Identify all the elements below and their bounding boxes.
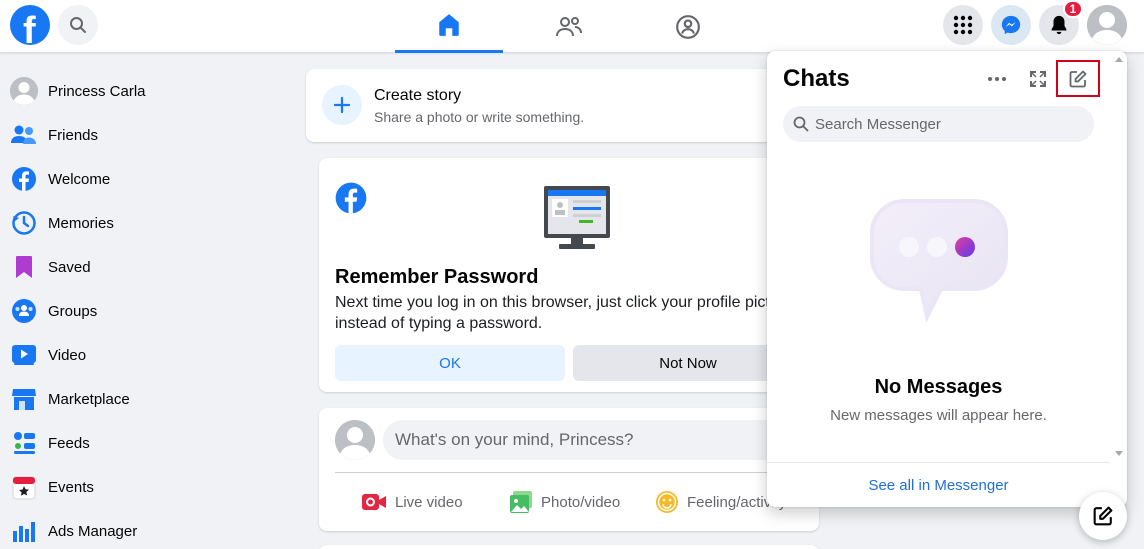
sidebar-item-events[interactable]: Events	[0, 465, 290, 509]
search-messenger-input[interactable]: Search Messenger	[783, 106, 1094, 142]
messenger-icon	[1001, 15, 1021, 35]
friends-icon	[10, 121, 38, 149]
sidebar-item-marketplace[interactable]: Marketplace	[0, 377, 290, 421]
search-icon	[793, 116, 809, 132]
sidebar-item-label: Friends	[48, 126, 99, 144]
chats-title: Chats	[783, 65, 850, 92]
logo-letter: f	[23, 10, 36, 45]
new-message-highlight	[1056, 60, 1100, 97]
live-video-icon	[361, 492, 387, 512]
feeds-icon	[10, 429, 38, 457]
tab-home[interactable]	[395, 0, 503, 53]
avatar[interactable]	[335, 420, 375, 460]
home-icon	[439, 14, 459, 36]
sidebar-item-groups[interactable]: Groups	[0, 289, 290, 333]
marketplace-icon	[10, 385, 38, 413]
create-story-title: Create story	[374, 87, 462, 104]
chats-panel: Chats Search Messenger No Messages New m…	[767, 51, 1127, 507]
chart-icon	[10, 517, 38, 545]
photo-video-button[interactable]: Photo/video	[509, 488, 620, 516]
sidebar-item-label: Events	[48, 478, 94, 496]
post-composer-card: What's on your mind, Princess? Live vide…	[319, 408, 819, 531]
bookmark-icon	[10, 253, 38, 281]
compose-icon	[1093, 506, 1113, 526]
create-story-subtitle: Share a photo or write something.	[374, 109, 585, 125]
sidebar-item-label: Saved	[48, 258, 91, 276]
photo-icon	[509, 490, 533, 514]
messenger-button[interactable]	[991, 5, 1031, 45]
facebook-icon	[335, 182, 367, 219]
calendar-icon	[10, 473, 38, 501]
expand-messenger-button[interactable]	[1022, 63, 1054, 95]
sidebar-item-memories[interactable]: Memories	[0, 201, 290, 245]
default-avatar-icon	[1087, 5, 1127, 45]
search-button[interactable]	[58, 5, 98, 45]
remember-password-card: Remember Password Next time you log in o…	[319, 158, 819, 392]
sidebar-item-profile[interactable]: Princess Carla	[0, 69, 290, 113]
remember-password-text: Next time you log in on this browser, ju…	[335, 294, 793, 332]
chat-bubble-illustration	[869, 197, 1009, 332]
search-messenger-placeholder: Search Messenger	[815, 115, 941, 133]
live-video-button[interactable]: Live video	[361, 488, 463, 516]
sidebar-item-saved[interactable]: Saved	[0, 245, 290, 289]
ok-button[interactable]: OK	[335, 345, 565, 381]
sidebar-item-label: Memories	[48, 214, 114, 232]
sidebar-item-label: Welcome	[48, 170, 111, 188]
sidebar-item-label: Feeds	[48, 434, 90, 452]
next-feed-card	[319, 545, 819, 549]
sidebar-item-feeds[interactable]: Feeds	[0, 421, 290, 465]
sidebar-item-label: Groups	[48, 302, 98, 320]
notification-badge: 1	[1063, 0, 1083, 18]
floating-new-message-button[interactable]	[1079, 492, 1127, 540]
menu-button[interactable]	[943, 5, 983, 45]
sidebar-item-welcome[interactable]: Welcome	[0, 157, 290, 201]
computer-illustration	[543, 185, 611, 256]
scroll-up-arrow[interactable]	[1115, 57, 1123, 62]
scroll-down-arrow[interactable]	[1115, 451, 1123, 456]
top-navigation-bar: f 1	[0, 0, 1144, 53]
facebook-logo[interactable]: f	[10, 5, 50, 45]
account-avatar[interactable]	[1087, 5, 1127, 45]
no-messages-title: No Messages	[874, 376, 1003, 398]
bell-icon	[1051, 15, 1067, 35]
photo-video-label: Photo/video	[541, 493, 621, 511]
chats-scrollbar[interactable]	[1110, 51, 1127, 462]
plus-icon	[322, 85, 362, 125]
search-icon	[70, 17, 86, 33]
smiley-icon	[655, 490, 679, 514]
grid-menu-icon	[953, 15, 973, 35]
whats-on-your-mind-input[interactable]: What's on your mind, Princess?	[383, 420, 803, 460]
sidebar-item-label: Ads Manager	[48, 522, 138, 540]
left-sidebar: Princess Carla Friends Welcome Memories …	[0, 69, 290, 549]
sidebar-item-label: Princess Carla	[48, 82, 146, 100]
avatar	[10, 77, 38, 105]
video-icon	[10, 341, 38, 369]
remember-password-title: Remember Password	[335, 266, 539, 288]
chats-options-button[interactable]	[981, 63, 1013, 95]
clock-icon	[10, 209, 38, 237]
sidebar-item-label: Video	[48, 346, 87, 364]
groups-icon	[10, 297, 38, 325]
divider	[335, 472, 805, 473]
sidebar-item-friends[interactable]: Friends	[0, 113, 290, 157]
sidebar-item-ads-manager[interactable]: Ads Manager	[0, 509, 290, 549]
tab-friends[interactable]	[515, 0, 623, 53]
friends-icon	[556, 16, 582, 36]
sidebar-item-video[interactable]: Video	[0, 333, 290, 377]
more-options-icon	[988, 77, 1006, 81]
facebook-icon	[10, 165, 38, 193]
live-video-label: Live video	[395, 493, 463, 511]
see-all-in-messenger-link[interactable]: See all in Messenger	[767, 462, 1110, 507]
expand-icon	[1030, 71, 1046, 87]
tab-groups[interactable]	[634, 0, 742, 53]
sidebar-item-label: Marketplace	[48, 390, 130, 408]
no-messages-subtitle: New messages will appear here.	[830, 407, 1047, 424]
create-story-card[interactable]: Create story Share a photo or write some…	[306, 69, 818, 142]
groups-icon	[676, 14, 700, 39]
